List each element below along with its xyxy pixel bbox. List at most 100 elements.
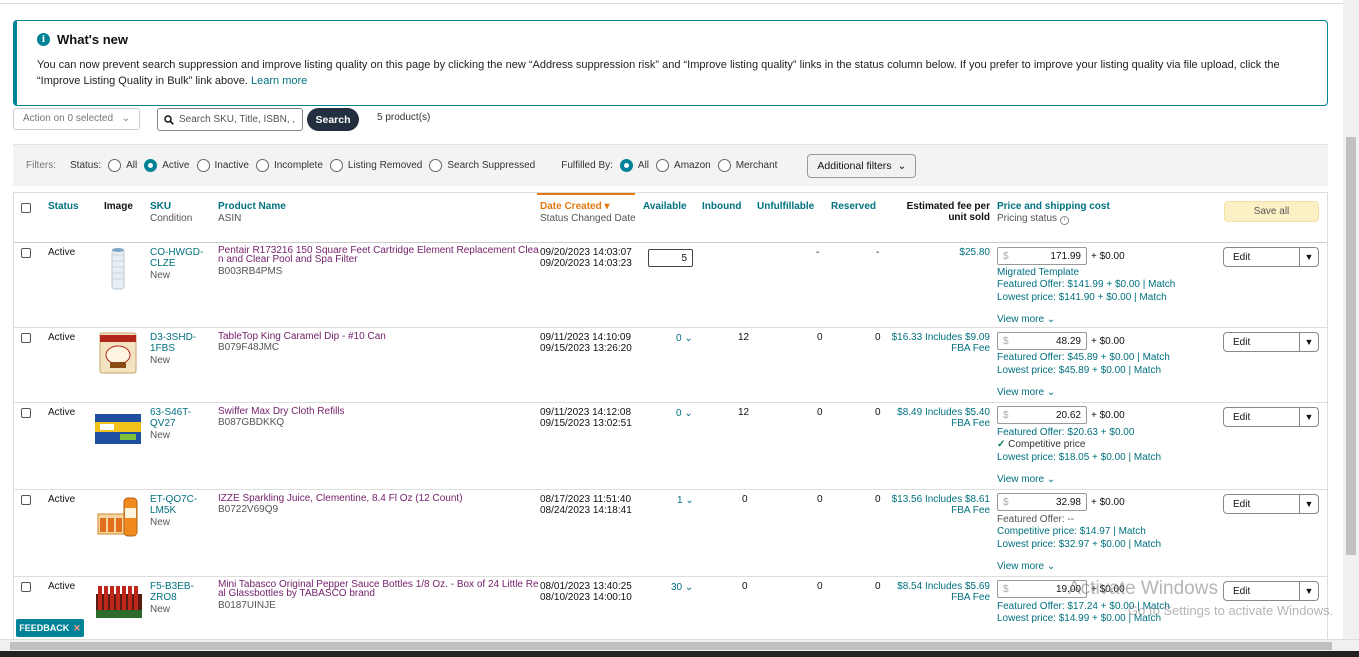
header-reserved[interactable]: Reserved: [831, 201, 876, 212]
edit-dropdown-chevron-icon[interactable]: ▼: [1299, 333, 1318, 351]
edit-button[interactable]: Edit: [1224, 333, 1299, 351]
sku-link[interactable]: D3-3SHD- 1FBS: [150, 332, 196, 354]
price-input[interactable]: $20.62: [997, 406, 1087, 424]
status-filter-inactive[interactable]: Inactive: [190, 159, 249, 172]
row-checkbox[interactable]: [21, 248, 31, 258]
row-fee[interactable]: $16.33 Includes $9.09 FBA Fee: [892, 332, 990, 354]
radio-icon[interactable]: [196, 159, 210, 172]
price-input[interactable]: $48.29: [997, 332, 1087, 350]
bulk-action-dropdown[interactable]: Action on 0 selected ⌄: [13, 108, 140, 130]
product-image[interactable]: [96, 494, 140, 538]
price-input[interactable]: $32.98: [997, 493, 1087, 511]
status-filter-search-suppressed[interactable]: Search Suppressed: [422, 159, 535, 172]
match-link[interactable]: Match: [1143, 352, 1170, 363]
header-sku[interactable]: SKU: [150, 201, 171, 212]
search-input[interactable]: Search SKU, Title, ISBN, ,: [157, 108, 303, 131]
product-name-link[interactable]: Mini Tabasco Original Pepper Sauce Bottl…: [218, 580, 539, 599]
header-asin[interactable]: ASIN: [218, 213, 241, 224]
product-image[interactable]: [96, 331, 140, 375]
header-status[interactable]: Status: [48, 201, 79, 212]
additional-filters-button[interactable]: Additional filters ⌄: [807, 153, 917, 178]
fulfilled-filter-merchant[interactable]: Merchant: [711, 159, 777, 172]
radio-icon[interactable]: [656, 159, 670, 172]
header-status-changed[interactable]: Status Changed Date: [540, 213, 636, 224]
quantity-input[interactable]: 5: [648, 249, 693, 267]
row-fee[interactable]: $8.49 Includes $5.40 FBA Fee: [897, 407, 990, 429]
product-name-link[interactable]: Swiffer Max Dry Cloth Refills: [218, 406, 345, 417]
product-name-link[interactable]: TableTop King Caramel Dip - #10 Can: [218, 331, 386, 342]
edit-dropdown-chevron-icon[interactable]: ▼: [1299, 495, 1318, 513]
view-more-link[interactable]: View more ⌄: [997, 387, 1055, 398]
radio-icon[interactable]: [108, 159, 122, 172]
status-filter-all[interactable]: All: [101, 159, 137, 172]
product-image[interactable]: [94, 582, 144, 622]
match-link[interactable]: Match: [1134, 365, 1161, 376]
status-filter-incomplete[interactable]: Incomplete: [249, 159, 323, 172]
close-icon[interactable]: ✕: [73, 623, 81, 634]
available-dropdown[interactable]: 30 ⌄: [671, 582, 693, 593]
radio-selected-icon[interactable]: [619, 159, 633, 172]
edit-button[interactable]: Edit: [1224, 582, 1299, 600]
radio-icon[interactable]: [429, 159, 443, 172]
row-fee[interactable]: $8.54 Includes $5.69 FBA Fee: [897, 581, 990, 603]
fulfilled-filter-all[interactable]: All: [613, 159, 649, 172]
horizontal-scrollbar[interactable]: [0, 639, 1359, 651]
view-more-link[interactable]: View more ⌄: [997, 474, 1055, 485]
learn-more-link[interactable]: Learn more: [251, 75, 307, 87]
feedback-button[interactable]: FEEDBACK ✕: [16, 619, 84, 637]
sku-link[interactable]: CO-HWGD- CLZE: [150, 247, 203, 269]
row-checkbox[interactable]: [21, 582, 31, 592]
radio-icon[interactable]: [255, 159, 269, 172]
fulfilled-filter-amazon[interactable]: Amazon: [649, 159, 711, 172]
match-link[interactable]: Match: [1134, 452, 1161, 463]
row-fee[interactable]: $13.56 Includes $8.61 FBA Fee: [892, 494, 990, 516]
available-dropdown[interactable]: 0 ⌄: [676, 408, 693, 419]
save-all-button[interactable]: Save all: [1224, 201, 1319, 222]
edit-button[interactable]: Edit: [1224, 248, 1299, 266]
status-filter-active[interactable]: Active: [137, 159, 190, 172]
match-link[interactable]: Match: [1148, 279, 1175, 290]
search-button[interactable]: Search: [307, 108, 359, 131]
header-unfulfillable[interactable]: Unfulfillable: [757, 201, 814, 212]
available-dropdown[interactable]: 0 ⌄: [676, 333, 693, 344]
header-available[interactable]: Available: [643, 201, 687, 212]
match-link[interactable]: Match: [1134, 539, 1161, 550]
header-price[interactable]: Price and shipping cost: [997, 201, 1110, 212]
info-circle-icon[interactable]: i: [1059, 216, 1069, 225]
row-checkbox[interactable]: [21, 495, 31, 505]
row-checkbox[interactable]: [21, 408, 31, 418]
vertical-scrollbar[interactable]: [1343, 0, 1359, 639]
header-product-name[interactable]: Product Name: [218, 201, 286, 212]
view-more-link[interactable]: View more ⌄: [997, 561, 1055, 572]
pricing-template-link[interactable]: Migrated Template: [997, 267, 1079, 278]
product-image[interactable]: [94, 408, 142, 448]
horizontal-scrollbar-thumb[interactable]: [10, 642, 1332, 650]
available-dropdown[interactable]: 1 ⌄: [677, 495, 694, 506]
sku-link[interactable]: 63-S46T- QV27: [150, 407, 191, 429]
header-condition[interactable]: Condition: [150, 213, 192, 224]
vertical-scrollbar-thumb[interactable]: [1346, 137, 1356, 555]
edit-button[interactable]: Edit: [1224, 408, 1299, 426]
edit-dropdown-chevron-icon[interactable]: ▼: [1299, 248, 1318, 266]
product-name-link[interactable]: Pentair R173216 150 Square Feet Cartridg…: [218, 246, 539, 265]
header-inbound[interactable]: Inbound: [702, 201, 741, 212]
edit-button[interactable]: Edit: [1224, 495, 1299, 513]
status-filter-listing-removed[interactable]: Listing Removed: [323, 159, 422, 172]
match-link[interactable]: Match: [1119, 526, 1146, 537]
product-name-link[interactable]: IZZE Sparkling Juice, Clementine, 8.4 Fl…: [218, 493, 463, 504]
radio-icon[interactable]: [329, 159, 343, 172]
row-fee[interactable]: $25.80: [959, 247, 990, 258]
edit-dropdown-chevron-icon[interactable]: ▼: [1299, 582, 1318, 600]
match-link[interactable]: Match: [1139, 292, 1166, 303]
radio-selected-icon[interactable]: [144, 159, 158, 172]
sku-link[interactable]: F5-B3EB- ZRO8: [150, 581, 194, 603]
price-input[interactable]: $171.99: [997, 247, 1087, 265]
select-all-checkbox[interactable]: [21, 203, 31, 213]
edit-dropdown-chevron-icon[interactable]: ▼: [1299, 408, 1318, 426]
view-more-link[interactable]: View more ⌄: [997, 314, 1055, 325]
radio-icon[interactable]: [717, 159, 731, 172]
header-date-created[interactable]: Date Created ▾: [540, 201, 610, 212]
row-checkbox[interactable]: [21, 333, 31, 343]
product-image[interactable]: [96, 247, 140, 291]
sku-link[interactable]: ET-QO7C- LM5K: [150, 494, 197, 516]
